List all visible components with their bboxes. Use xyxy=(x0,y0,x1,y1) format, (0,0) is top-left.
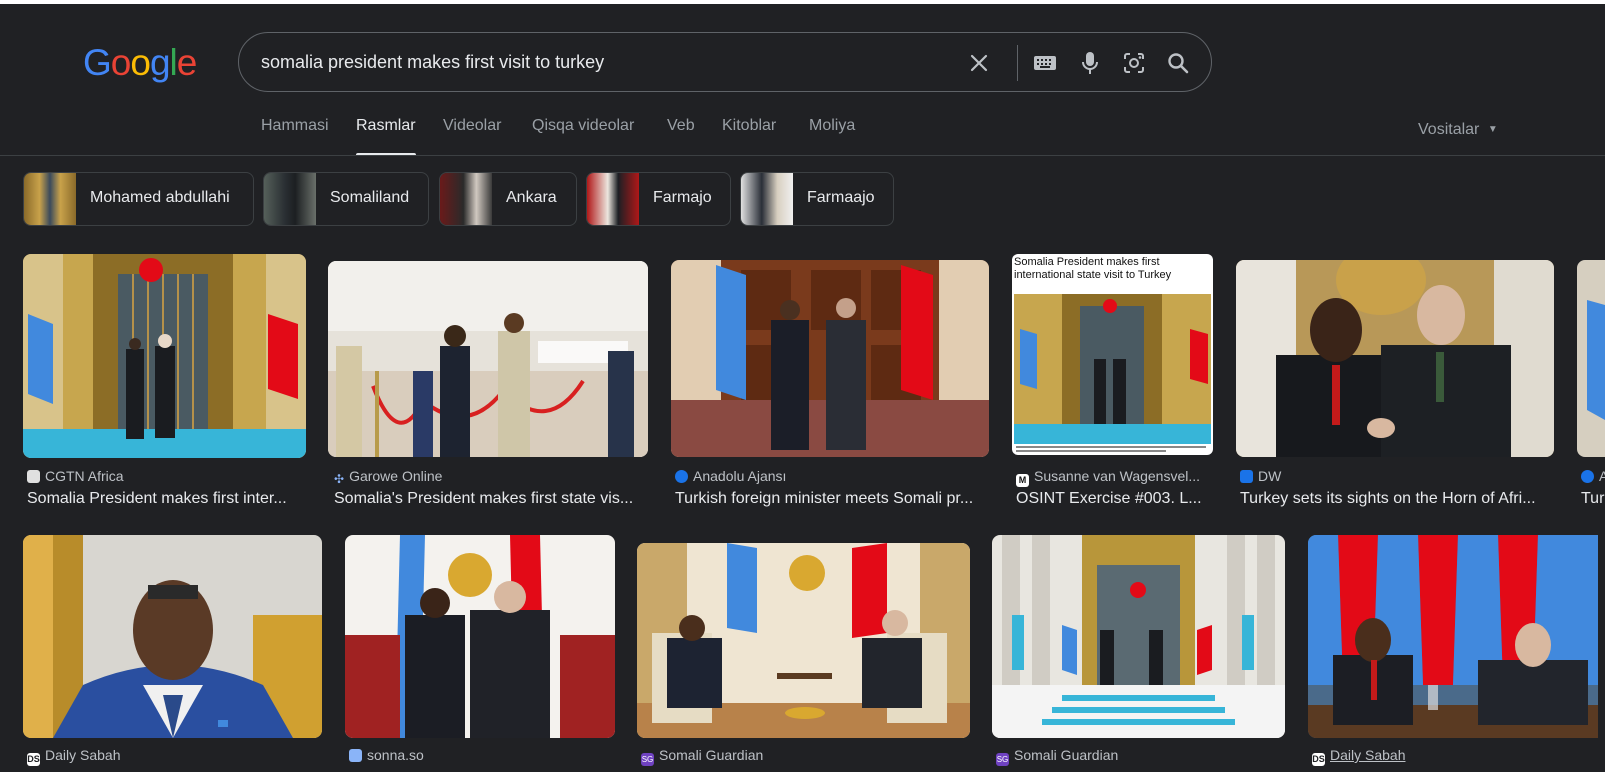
logo-letter: e xyxy=(176,42,198,83)
chip-label: Farmaajo xyxy=(807,189,875,206)
close-icon[interactable] xyxy=(963,47,995,79)
source-name: CGTN Africa xyxy=(45,468,124,484)
result-image[interactable]: Somalia President makes first internatio… xyxy=(1012,254,1213,455)
result-image[interactable] xyxy=(637,543,970,738)
microphone-icon[interactable] xyxy=(1074,47,1106,79)
favicon-icon: SG xyxy=(641,753,654,766)
caret-down-icon: ▼ xyxy=(1487,124,1498,135)
camera-icon[interactable] xyxy=(1118,47,1150,79)
result-image[interactable] xyxy=(1236,260,1554,457)
favicon-icon: DS xyxy=(1312,753,1325,766)
chip-thumbnail xyxy=(24,173,76,225)
result-source[interactable]: CGTN Africa xyxy=(27,468,124,484)
logo-letter: o xyxy=(110,42,132,83)
result-image[interactable] xyxy=(345,535,615,738)
medium-icon: M xyxy=(1016,474,1029,487)
google-logo[interactable]: Google xyxy=(83,42,198,84)
chip-label: Mohamed abdullahi xyxy=(90,189,230,206)
result-image[interactable] xyxy=(992,535,1285,738)
logo-letter: l xyxy=(169,42,178,83)
search-input[interactable]: somalia president makes first visit to t… xyxy=(261,52,604,73)
result-title[interactable]: Somalia's President makes first state vi… xyxy=(334,490,646,508)
result-source[interactable]: SG Somali Guardian xyxy=(641,747,763,766)
result-source[interactable]: Anadolu Ajansı xyxy=(675,468,786,484)
logo-letter: g xyxy=(149,42,171,83)
tools-label: Vositalar xyxy=(1418,121,1480,138)
tab-images[interactable]: Rasmlar xyxy=(356,117,416,135)
tab-videos[interactable]: Videolar xyxy=(443,117,501,135)
result-image[interactable] xyxy=(23,535,322,738)
logo-letter: o xyxy=(130,42,151,83)
result-title[interactable]: Turkey sets its sights on the Horn of Af… xyxy=(1240,490,1546,508)
related-chip[interactable]: Farmaajo xyxy=(740,172,894,226)
header-divider xyxy=(0,155,1605,156)
tab-short-videos[interactable]: Qisqa videolar xyxy=(532,117,634,135)
source-name: Daily Sabah xyxy=(45,747,121,763)
result-source[interactable]: DS Daily Sabah xyxy=(1312,747,1406,766)
search-divider xyxy=(1017,45,1018,81)
result-image[interactable] xyxy=(1308,535,1598,738)
result-source[interactable]: DS Daily Sabah xyxy=(27,747,121,766)
source-name: A xyxy=(1599,468,1605,484)
chip-label: Farmajo xyxy=(653,189,712,206)
result-source[interactable]: SG Somali Guardian xyxy=(996,747,1118,766)
result-source[interactable]: M Susanne van Wagensvel... xyxy=(1016,468,1200,487)
search-box[interactable]: somalia president makes first visit to t… xyxy=(238,32,1212,92)
source-name: Somali Guardian xyxy=(1014,747,1119,763)
favicon-icon xyxy=(349,749,362,762)
result-image[interactable] xyxy=(671,260,989,457)
related-chip[interactable]: Ankara xyxy=(439,172,577,226)
related-chip[interactable]: Mohamed abdullahi xyxy=(23,172,254,226)
favicon-icon: SG xyxy=(996,753,1009,766)
tab-web[interactable]: Veb xyxy=(667,117,695,135)
chip-thumbnail xyxy=(264,173,316,225)
logo-letter: G xyxy=(83,42,112,83)
keyboard-icon[interactable] xyxy=(1029,47,1061,79)
chip-thumbnail xyxy=(440,173,492,225)
source-name: Garowe Online xyxy=(349,468,443,484)
source-name: Somali Guardian xyxy=(659,747,764,763)
result-source[interactable]: A xyxy=(1581,468,1605,484)
favicon-icon xyxy=(1581,470,1594,483)
tab-all[interactable]: Hammasi xyxy=(261,117,329,135)
source-name: Susanne van Wagensvel... xyxy=(1034,468,1201,484)
result-title[interactable]: Somalia President makes first inter... xyxy=(27,490,302,508)
source-name: DW xyxy=(1258,468,1282,484)
favicon-icon xyxy=(1240,470,1253,483)
tools-button[interactable]: Vositalar ▼ xyxy=(1418,121,1498,139)
source-name: sonna.so xyxy=(367,747,424,763)
tab-books[interactable]: Kitoblar xyxy=(722,117,776,135)
favicon-icon: ✣ xyxy=(334,472,345,486)
favicon-icon xyxy=(27,470,40,483)
source-name[interactable]: Daily Sabah xyxy=(1330,747,1406,763)
result-title[interactable]: Tur xyxy=(1581,490,1605,508)
result-source[interactable]: DW xyxy=(1240,468,1281,484)
chip-thumbnail xyxy=(587,173,639,225)
tab-finance[interactable]: Moliya xyxy=(809,117,855,135)
related-chip[interactable]: Farmajo xyxy=(586,172,731,226)
result-image[interactable] xyxy=(328,261,648,457)
favicon-icon xyxy=(675,470,688,483)
result-source[interactable]: sonna.so xyxy=(349,747,424,763)
result-source[interactable]: ✣ Garowe Online xyxy=(334,468,443,486)
result-title[interactable]: Turkish foreign minister meets Somali pr… xyxy=(675,490,985,508)
chip-label: Somaliland xyxy=(330,189,410,206)
favicon-icon: DS xyxy=(27,753,40,766)
chip-thumbnail xyxy=(741,173,793,225)
chip-label: Ankara xyxy=(506,189,557,206)
result-image[interactable] xyxy=(23,254,306,458)
source-name: Anadolu Ajansı xyxy=(693,468,787,484)
related-chip[interactable]: Somaliland xyxy=(263,172,429,226)
search-header: Google somalia president makes first vis… xyxy=(0,4,1605,156)
result-image[interactable] xyxy=(1577,260,1605,457)
search-icon[interactable] xyxy=(1162,47,1194,79)
result-title[interactable]: OSINT Exercise #003. L... xyxy=(1016,490,1211,508)
